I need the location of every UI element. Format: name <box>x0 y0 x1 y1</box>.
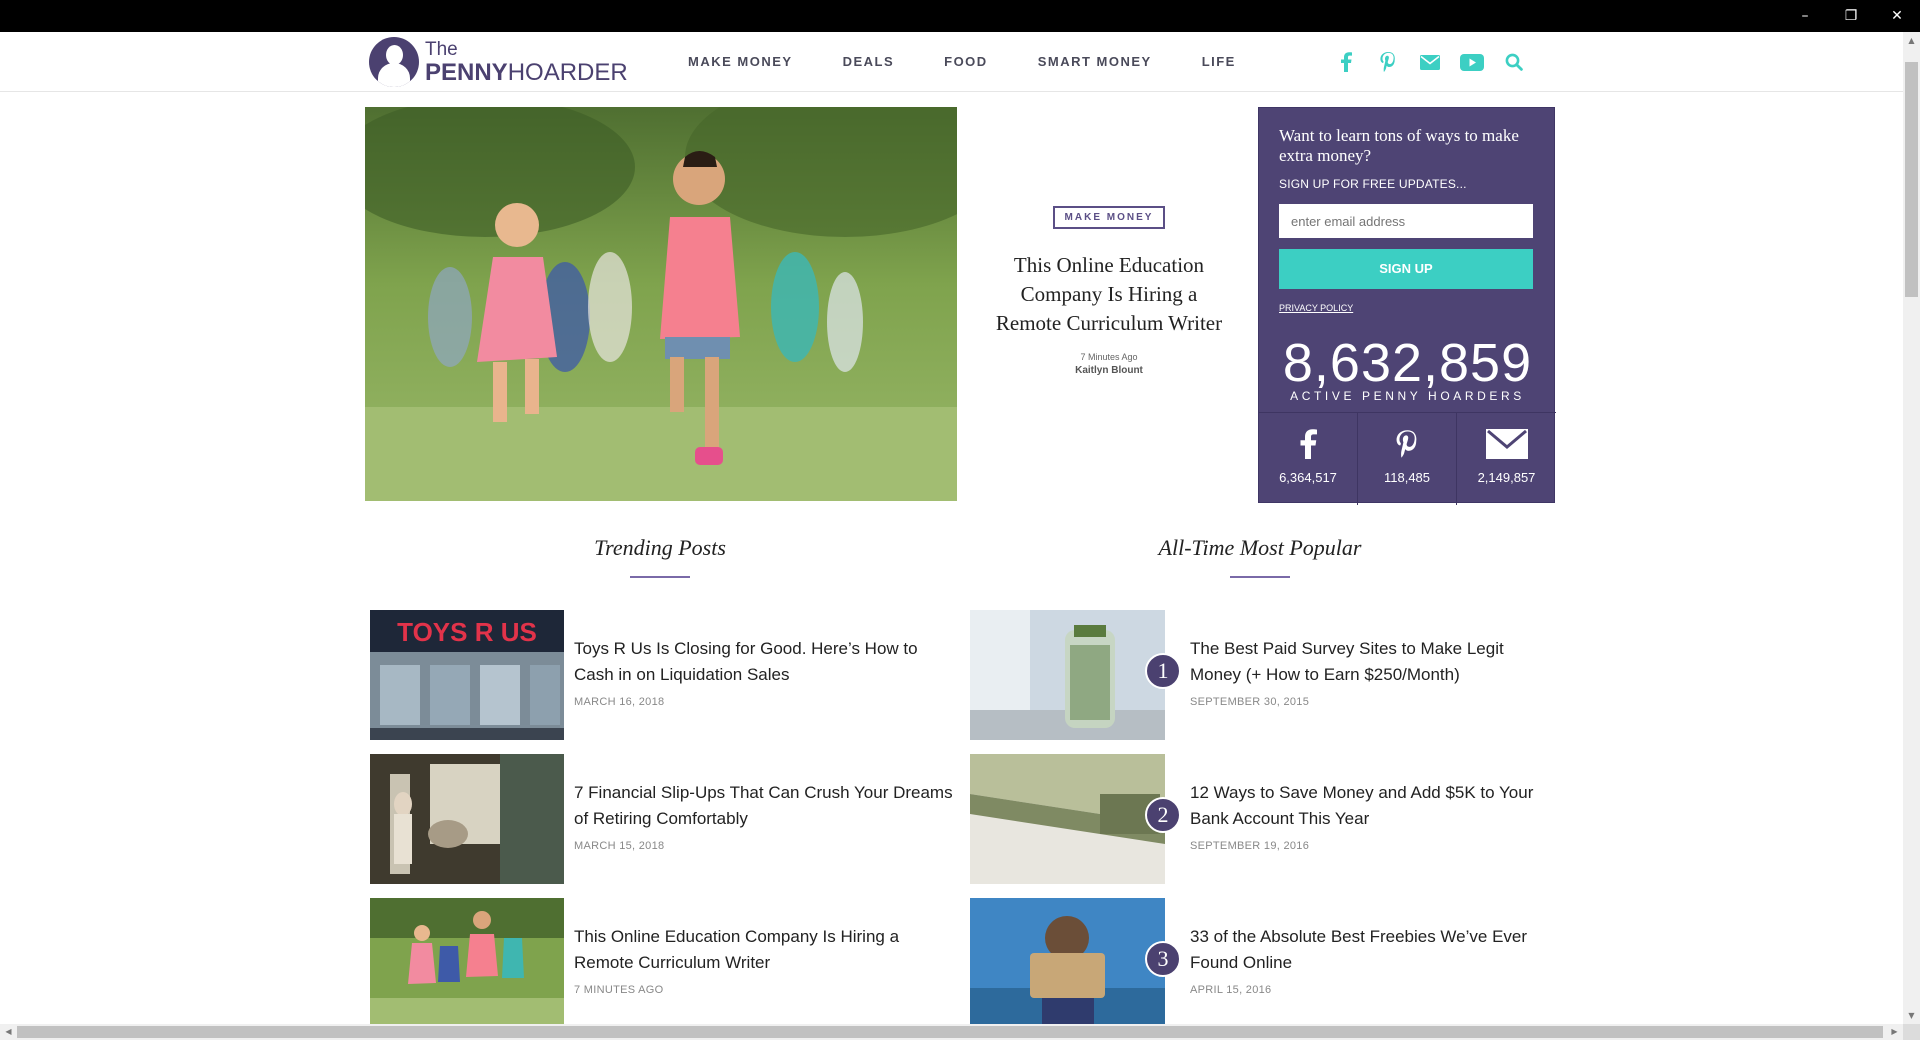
trending-underline <box>630 576 690 578</box>
scroll-down-icon[interactable]: ▼ <box>1903 1007 1920 1024</box>
nav-deals[interactable]: DEALS <box>843 32 895 92</box>
rank-badge: 1 <box>1145 653 1181 689</box>
post-date: APRIL 15, 2016 <box>1190 984 1272 996</box>
rank-badge: 2 <box>1145 797 1181 833</box>
social-links <box>1330 46 1540 78</box>
nav-make-money[interactable]: MAKE MONEY <box>688 32 793 92</box>
facebook-icon <box>1300 429 1317 459</box>
signup-button[interactable]: SIGN UP <box>1279 249 1533 289</box>
facebook-count: 6,364,517 <box>1279 470 1337 485</box>
site-logo[interactable]: The PENNYHOARDER <box>369 36 628 88</box>
facebook-icon[interactable] <box>1330 46 1362 78</box>
popular-underline <box>1230 576 1290 578</box>
email-field[interactable] <box>1279 204 1533 238</box>
nav-food[interactable]: FOOD <box>944 32 988 92</box>
logo-name-text: PENNYHOARDER <box>425 59 628 86</box>
vertical-scrollbar[interactable]: ▲ ▼ <box>1903 32 1920 1024</box>
pinterest-stat[interactable]: 118,485 <box>1358 413 1457 505</box>
close-button[interactable]: ✕ <box>1874 0 1920 32</box>
main-nav: MAKE MONEY DEALS FOOD SMART MONEY LIFE <box>688 32 1286 92</box>
trending-posts-title: Trending Posts <box>594 535 726 560</box>
post-date: SEPTEMBER 19, 2016 <box>1190 840 1310 852</box>
signup-heading: Want to learn tons of ways to make extra… <box>1279 126 1519 165</box>
post-thumbnail[interactable] <box>370 754 564 884</box>
logo-silhouette-icon <box>369 37 419 87</box>
pinterest-icon <box>1396 430 1417 458</box>
logo-the-text: The <box>425 39 458 60</box>
scroll-left-icon[interactable]: ◀ <box>0 1024 17 1040</box>
post-date: MARCH 16, 2018 <box>574 696 665 708</box>
site-header: The PENNYHOARDER MAKE MONEY DEALS FOOD S… <box>0 32 1903 92</box>
maximize-button[interactable]: ❐ <box>1828 0 1874 32</box>
email-count: 2,149,857 <box>1477 470 1536 485</box>
post-thumbnail[interactable] <box>370 898 564 1028</box>
trending-post-1[interactable]: TOYS R US Toys R Us Is Closing for Good.… <box>370 610 930 740</box>
horizontal-scrollbar[interactable]: ◀ ▶ <box>0 1024 1903 1040</box>
subscriber-count-label: ACTIVE PENNY HOARDERS <box>1290 389 1525 403</box>
post-date: SEPTEMBER 30, 2015 <box>1190 696 1310 708</box>
newsletter-signup: Want to learn tons of ways to make extra… <box>1258 107 1556 505</box>
popular-post-1[interactable]: 1 The Best Paid Survey Sites to Make Leg… <box>970 610 1550 740</box>
trending-post-2[interactable]: 7 Financial Slip-Ups That Can Crush Your… <box>370 754 953 884</box>
email-icon[interactable] <box>1414 46 1446 78</box>
vertical-scroll-thumb[interactable] <box>1905 62 1918 297</box>
signup-subheading: SIGN UP FOR FREE UPDATES... <box>1279 177 1467 191</box>
post-thumbnail[interactable]: TOYS R US <box>370 610 564 740</box>
post-thumbnail[interactable] <box>970 610 1165 740</box>
email-stat[interactable]: 2,149,857 <box>1457 413 1556 505</box>
nav-life[interactable]: LIFE <box>1202 32 1236 92</box>
post-thumbnail[interactable] <box>970 898 1165 1028</box>
post-title[interactable]: The Best Paid Survey Sites to Make Legit… <box>1190 636 1550 688</box>
scroll-up-icon[interactable]: ▲ <box>1903 32 1920 49</box>
rank-badge: 3 <box>1145 941 1181 977</box>
scrollbar-corner <box>1903 1024 1920 1040</box>
pinterest-icon[interactable] <box>1372 46 1404 78</box>
nav-smart-money[interactable]: SMART MONEY <box>1038 32 1152 92</box>
minimize-button[interactable]: – <box>1782 0 1828 32</box>
facebook-stat[interactable]: 6,364,517 <box>1259 413 1358 505</box>
post-title[interactable]: This Online Education Company Is Hiring … <box>574 924 954 976</box>
horizontal-scroll-thumb[interactable] <box>17 1026 1883 1038</box>
hero-image[interactable] <box>365 107 957 501</box>
youtube-icon[interactable] <box>1456 46 1488 78</box>
post-title[interactable]: 12 Ways to Save Money and Add $5K to You… <box>1190 780 1550 832</box>
privacy-policy-link[interactable]: PRIVACY POLICY <box>1279 303 1353 313</box>
popular-post-3[interactable]: 3 33 of the Absolute Best Freebies We’ve… <box>970 898 1550 1028</box>
hero-article-info: MAKE MONEY This Online Education Company… <box>987 206 1231 376</box>
post-date: MARCH 15, 2018 <box>574 840 665 852</box>
hero-time: 7 Minutes Ago <box>1080 352 1138 362</box>
trending-post-3[interactable]: This Online Education Company Is Hiring … <box>370 898 930 1028</box>
social-stats: 6,364,517 118,485 2,149,857 <box>1259 412 1556 505</box>
post-thumbnail[interactable] <box>970 754 1165 884</box>
hero-title[interactable]: This Online Education Company Is Hiring … <box>987 251 1231 338</box>
window-titlebar: – ❐ ✕ <box>0 0 1920 32</box>
post-date: 7 MINUTES AGO <box>574 984 664 996</box>
scroll-right-icon[interactable]: ▶ <box>1886 1024 1903 1040</box>
hero-author[interactable]: Kaitlyn Blount <box>987 365 1231 376</box>
most-popular-title: All-Time Most Popular <box>1158 535 1362 560</box>
toys-r-us-sign-text: TOYS R US <box>397 617 537 647</box>
search-icon[interactable] <box>1498 46 1530 78</box>
post-title[interactable]: Toys R Us Is Closing for Good. Here’s Ho… <box>574 636 954 688</box>
pinterest-count: 118,485 <box>1383 470 1431 485</box>
subscriber-count: 8,632,859 <box>1282 333 1533 393</box>
popular-post-2[interactable]: 2 12 Ways to Save Money and Add $5K to Y… <box>970 754 1550 884</box>
post-title[interactable]: 33 of the Absolute Best Freebies We’ve E… <box>1190 924 1550 976</box>
category-tag[interactable]: MAKE MONEY <box>1052 206 1166 229</box>
post-title[interactable]: 7 Financial Slip-Ups That Can Crush Your… <box>574 780 954 832</box>
email-icon <box>1485 429 1528 459</box>
